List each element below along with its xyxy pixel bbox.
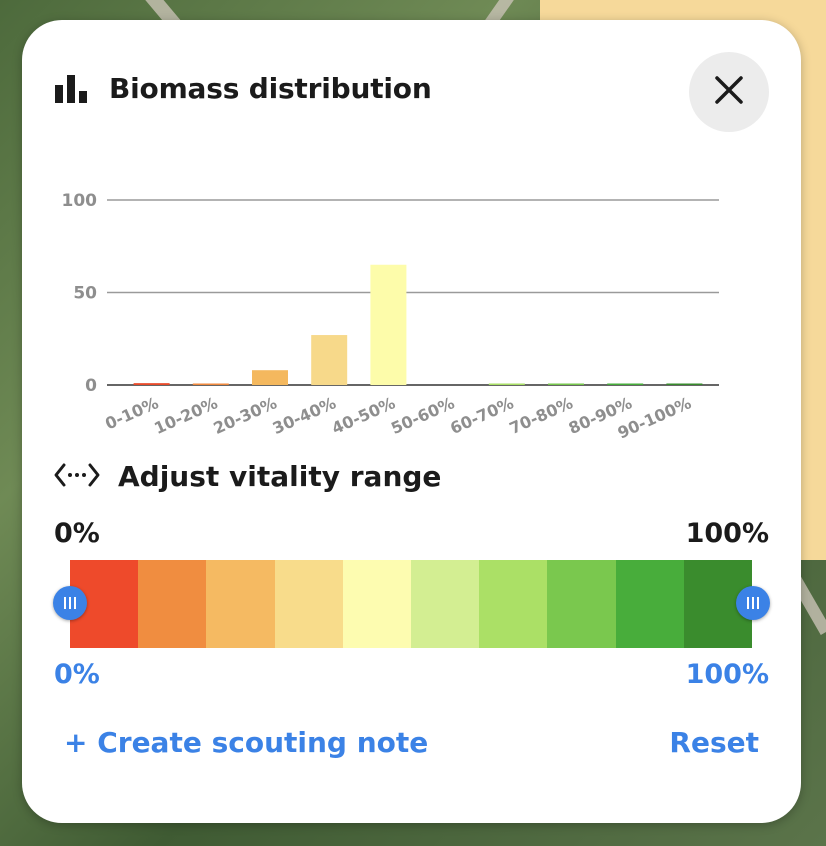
range-max-handle[interactable] bbox=[736, 586, 770, 620]
x-tick-label: 10-20% bbox=[151, 393, 220, 438]
bar-40-50% bbox=[370, 264, 407, 385]
create-scouting-note-link[interactable]: + Create scouting note bbox=[64, 726, 428, 759]
bar-90-100% bbox=[666, 383, 703, 385]
panel-header: Biomass distribution bbox=[55, 72, 432, 105]
vitality-header: Adjust vitality range bbox=[54, 460, 441, 493]
range-max-value: 100% bbox=[685, 659, 769, 690]
panel-title: Biomass distribution bbox=[109, 72, 432, 105]
range-min-value: 0% bbox=[54, 659, 100, 690]
vitality-min-label: 0% bbox=[54, 518, 100, 549]
vitality-segment-4 bbox=[342, 560, 412, 648]
close-button[interactable] bbox=[689, 52, 769, 132]
vitality-segment-5 bbox=[411, 560, 480, 648]
x-tick-label: 30-40% bbox=[270, 393, 339, 438]
bar-0-10% bbox=[133, 383, 170, 385]
bar-60-70% bbox=[488, 383, 525, 385]
biomass-panel: Biomass distribution 0 50 100 0-10% 10-20% 20… bbox=[22, 20, 801, 823]
vitality-segment-8 bbox=[615, 560, 684, 648]
bar-30-40% bbox=[311, 335, 348, 385]
bar-20-30% bbox=[252, 370, 288, 385]
vitality-max-label: 100% bbox=[685, 518, 769, 549]
bar-70-80% bbox=[548, 383, 584, 385]
range-min-handle[interactable] bbox=[53, 586, 87, 620]
y-tick-label: 0 bbox=[85, 376, 97, 396]
x-tick-label: 60-70% bbox=[447, 393, 516, 438]
bar-chart-icon bbox=[55, 74, 89, 103]
close-icon bbox=[714, 75, 744, 109]
x-tick-label: 70-80% bbox=[507, 393, 576, 438]
x-tick-label: 50-60% bbox=[388, 393, 457, 438]
vitality-segment-1 bbox=[138, 560, 207, 648]
reset-link[interactable]: Reset bbox=[669, 726, 759, 759]
vitality-title: Adjust vitality range bbox=[118, 460, 442, 493]
vitality-segment-7 bbox=[547, 560, 616, 648]
y-tick-label: 50 bbox=[73, 284, 97, 304]
biomass-chart: 0 50 100 0-10%10-20%20-30%30-40%40-50%50-60… bbox=[62, 191, 719, 443]
vitality-segment-2 bbox=[206, 560, 275, 648]
x-tick-label: 20-30% bbox=[211, 393, 280, 438]
x-tick-label: 0-10% bbox=[102, 393, 161, 433]
range-arrows-icon bbox=[54, 462, 100, 492]
bar-10-20% bbox=[192, 383, 229, 385]
x-tick-label: 40-50% bbox=[329, 393, 398, 438]
y-tick-label: 100 bbox=[62, 191, 97, 211]
vitality-segment-3 bbox=[274, 560, 343, 648]
vitality-segment-6 bbox=[479, 560, 548, 648]
vitality-color-bar[interactable] bbox=[70, 560, 753, 648]
bar-80-90% bbox=[607, 383, 644, 385]
